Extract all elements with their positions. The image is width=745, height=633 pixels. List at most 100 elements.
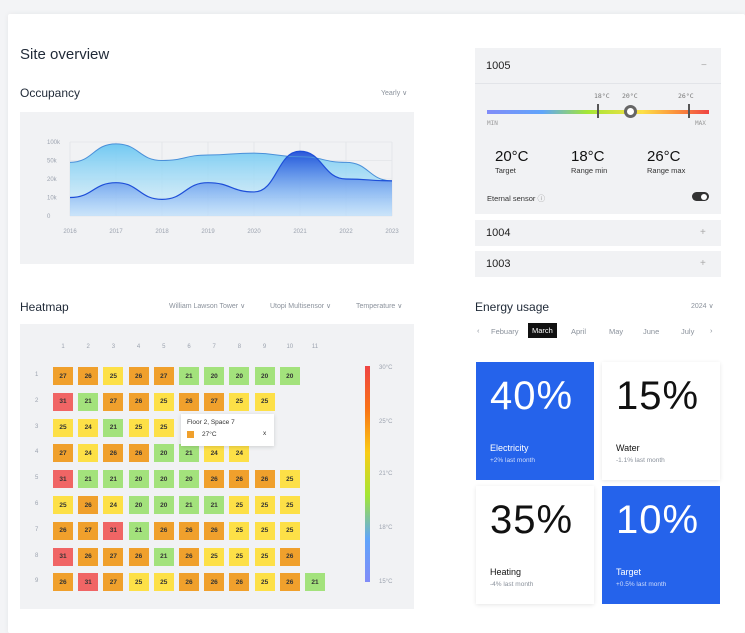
heatmap-cell[interactable]: 21 [179,367,199,385]
heatmap-cell[interactable]: 26 [279,573,300,592]
heatmap-cell[interactable]: 25 [103,367,124,385]
heatmap-cell[interactable]: 27 [103,547,124,566]
heatmap-cell[interactable]: 27 [78,521,99,540]
heatmap-cell[interactable]: 26 [53,521,73,540]
heatmap-cell[interactable]: 26 [179,547,199,566]
heatmap-cell[interactable]: 24 [78,418,99,437]
heatmap-cell[interactable]: 26 [78,367,99,385]
heatmap-cell[interactable]: 20 [153,496,174,514]
heatmap-cell[interactable]: 25 [229,547,250,566]
heatmap-cell[interactable]: 21 [78,470,99,489]
heatmap-cell[interactable]: 26 [78,496,99,514]
heatmap-cell[interactable]: 26 [128,392,149,411]
heatmap-cell[interactable]: 25 [229,392,250,411]
heatmap-cell[interactable]: 31 [103,521,124,540]
metric-dropdown[interactable]: Temperature ∨ [356,302,402,310]
heatmap-cell[interactable]: 21 [179,444,199,463]
heatmap-cell[interactable]: 25 [229,496,250,514]
heatmap-cell[interactable]: 20 [204,367,225,385]
heatmap-cell[interactable]: 26 [179,521,199,540]
prev-month-button[interactable]: ‹ [477,326,480,335]
sensor-dropdown[interactable]: Utopi Multisensor ∨ [270,302,331,310]
heatmap-cell[interactable]: 20 [179,470,199,489]
heatmap-cell[interactable]: 27 [53,444,73,463]
heatmap-cell[interactable]: 27 [103,392,124,411]
heatmap-cell[interactable]: 21 [103,418,124,437]
electricity-card[interactable]: 40% Electricity +2% last month [476,362,594,480]
building-dropdown[interactable]: William Lawson Tower ∨ [169,302,245,310]
heatmap-cell[interactable]: 25 [128,573,149,592]
heatmap-cell[interactable]: 21 [153,547,174,566]
heatmap-cell[interactable]: 24 [229,444,250,463]
water-card[interactable]: 15% Water -1.1% last month [602,362,720,480]
heatmap-cell[interactable]: 25 [153,392,174,411]
heatmap-cell[interactable]: 31 [53,392,73,411]
heatmap-cell[interactable]: 20 [128,496,149,514]
heatmap-cell[interactable]: 26 [103,444,124,463]
next-month-button[interactable]: › [710,326,713,335]
heatmap-cell[interactable]: 25 [254,547,275,566]
heatmap-cell[interactable]: 27 [153,367,174,385]
heatmap-cell[interactable]: 26 [78,547,99,566]
heatmap-cell[interactable]: 20 [254,367,275,385]
heatmap-cell[interactable]: 25 [229,521,250,540]
heatmap-cell[interactable]: 21 [78,392,99,411]
heatmap-cell[interactable]: 25 [153,418,174,437]
heatmap-cell[interactable]: 20 [128,470,149,489]
heatmap-cell[interactable]: 25 [279,470,300,489]
heatmap-cell[interactable]: 25 [128,418,149,437]
heatmap-cell[interactable]: 27 [103,573,124,592]
heatmap-cell[interactable]: 21 [204,496,225,514]
heatmap-cell[interactable]: 27 [204,392,225,411]
heatmap-cell[interactable]: 21 [179,496,199,514]
heatmap-cell[interactable]: 31 [53,547,73,566]
target-card[interactable]: 10% Target +0.5% last month [602,486,720,604]
heatmap-cell[interactable]: 26 [279,547,300,566]
heating-card[interactable]: 35% Heating -4% last month [476,486,594,604]
heatmap-cell[interactable]: 25 [254,392,275,411]
range-max-handle[interactable] [688,104,690,118]
external-sensor-toggle[interactable] [692,192,709,201]
month-tab-active[interactable]: March [528,323,557,338]
heatmap-cell[interactable]: 20 [153,470,174,489]
heatmap-cell[interactable]: 26 [179,573,199,592]
heatmap-cell[interactable]: 25 [254,573,275,592]
heatmap-cell[interactable]: 31 [78,573,99,592]
heatmap-cell[interactable]: 25 [279,521,300,540]
heatmap-cell[interactable]: 20 [229,367,250,385]
heatmap-cell[interactable]: 26 [204,573,225,592]
heatmap-cell[interactable]: 31 [53,470,73,489]
heatmap-cell[interactable]: 26 [179,392,199,411]
heatmap-cell[interactable]: 26 [254,470,275,489]
heatmap-cell[interactable]: 26 [153,521,174,540]
heatmap-cell[interactable]: 26 [229,470,250,489]
collapse-button[interactable]: − [701,60,707,71]
heatmap-cell[interactable]: 25 [53,418,73,437]
heatmap-cell[interactable]: 24 [103,496,124,514]
sensor-row-1003[interactable]: 1003 + [475,251,721,277]
heatmap-cell[interactable]: 26 [229,573,250,592]
month-tab[interactable]: May [609,327,623,336]
month-tab[interactable]: Febuary [491,327,519,336]
heatmap-cell[interactable]: 25 [254,521,275,540]
heatmap-cell[interactable]: 25 [204,547,225,566]
heatmap-cell[interactable]: 21 [305,573,325,592]
year-dropdown[interactable]: 2024 ∨ [691,302,714,310]
tooltip-close-button[interactable]: x [263,430,266,437]
heatmap-cell[interactable]: 25 [153,573,174,592]
month-tab[interactable]: July [681,327,694,336]
heatmap-cell[interactable]: 25 [279,496,300,514]
heatmap-cell[interactable]: 26 [128,547,149,566]
heatmap-cell[interactable]: 26 [204,521,225,540]
expand-button[interactable]: + [700,258,706,269]
expand-button[interactable]: + [700,227,706,238]
info-icon[interactable]: ⓘ [537,194,545,203]
heatmap-cell[interactable]: 20 [153,444,174,463]
heatmap-cell[interactable]: 25 [53,496,73,514]
month-tab[interactable]: April [571,327,586,336]
target-handle[interactable] [624,105,637,118]
heatmap-cell[interactable]: 21 [128,521,149,540]
month-tab[interactable]: June [643,327,659,336]
heatmap-cell[interactable]: 26 [53,573,73,592]
heatmap-cell[interactable]: 25 [254,496,275,514]
